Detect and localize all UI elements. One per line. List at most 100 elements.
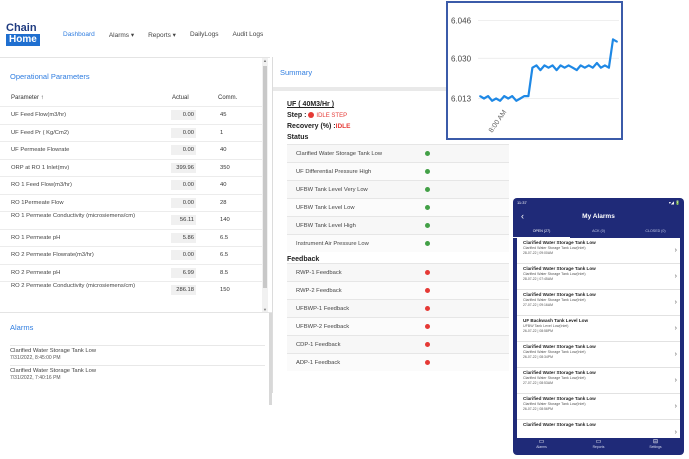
status-row: UF Differential Pressure High: [287, 162, 509, 180]
parameter-name: ORP at RO 1 Inlet(mv): [11, 164, 70, 171]
table-row: RO 2 Permeate Flowrate(m3/hr) 0.00 6.5: [0, 246, 262, 264]
data-point: [600, 66, 602, 69]
comm-value: 6.5: [220, 252, 229, 258]
list-item[interactable]: Clarified Water Storage Tank Low Clarifie…: [517, 394, 680, 420]
nav-reports[interactable]: Reports ▾: [148, 31, 176, 39]
comm-value: 40: [220, 182, 227, 188]
data-point: [487, 95, 489, 97]
main-nav: Dashboard Alarms ▾ Reports ▾ DailyLogs A…: [63, 31, 263, 39]
alarms-panel: Alarms Clarified Water Storage Tank Low 7…: [0, 312, 272, 405]
y-tick-label: 6.046: [451, 16, 472, 25]
scroll-thumb[interactable]: [263, 66, 267, 288]
status-dot-icon: [425, 223, 430, 228]
alarms-title: Alarms: [10, 323, 34, 332]
status-row: UFBWP-1 Feedback: [287, 299, 509, 317]
mobile-app: 11:37 ▾◢ 🔋 ‹ My Alarms OPEN (27) ACK (0)…: [513, 198, 684, 455]
trend-chart-svg: 6.046 6.030 6.013 8:00 AM: [451, 16, 619, 134]
nav-alarms[interactable]: Alarms ▾: [109, 31, 134, 39]
comm-value: 28: [220, 199, 227, 206]
header-parameter[interactable]: Parameter ↑: [11, 95, 44, 101]
data-point: [612, 38, 614, 41]
tab-ack[interactable]: ACK (0): [570, 226, 627, 238]
list-item[interactable]: Clarified Water Storage Tank Low Clarifie…: [517, 238, 680, 264]
table-row: RO 1 Permeate Conductivity (microsiemens…: [0, 211, 262, 229]
mobile-alarm-time: 28-07-22 | 07:45AM: [523, 277, 553, 281]
mobile-alarm-time: 26-07-22 | 08:56PM: [523, 407, 553, 411]
parameter-name: RO 1 Feed Flow(m3/hr): [11, 182, 72, 188]
nav-dashboard[interactable]: Dashboard: [63, 31, 95, 39]
parameter-name: RO 2 Permeate Flowrate(m3/hr): [11, 252, 94, 258]
status-label: RWP-2 Feedback: [296, 288, 342, 294]
data-point: [555, 69, 558, 71]
tab-open[interactable]: OPEN (27): [513, 226, 570, 238]
parameter-name: UF Feed Flow(m3/hr): [11, 112, 67, 118]
status-dot-icon: [425, 241, 430, 246]
list-item[interactable]: Clarified Water Storage Tank Low 7/31/202…: [10, 345, 265, 365]
bottom-nav-alarms[interactable]: ▭ Alarms: [513, 438, 570, 455]
data-point: [495, 97, 497, 100]
actual-value: 0.00: [171, 250, 196, 260]
feedback-heading: Feedback: [287, 256, 320, 263]
list-item[interactable]: UF Backwash Tank Level Low UFBW Tank Leve…: [517, 316, 680, 342]
comm-value: 150: [220, 287, 230, 293]
actual-value: 0.00: [171, 180, 196, 190]
status-label: UFBW Tank Level Low: [296, 205, 355, 211]
mobile-alarm-time: 27-07-22 | 08:53AM: [523, 381, 553, 385]
brand-line1: Chain: [6, 22, 37, 34]
data-point: [539, 69, 542, 71]
mobile-alarm-time: 26-07-22 | 08:58PM: [523, 329, 553, 333]
list-item[interactable]: Clarified Water Storage Tank Low 7/31/202…: [10, 365, 265, 385]
y-tick-label: 6.013: [451, 94, 472, 103]
list-item[interactable]: Clarified Water Storage Tank Low Clarifie…: [517, 342, 680, 368]
nav-dailylogs[interactable]: DailyLogs: [190, 31, 219, 39]
status-dot-icon: [425, 205, 430, 210]
alarm-time: 7/31/2022, 8:45:00 PM: [10, 355, 61, 361]
data-point: [531, 66, 534, 69]
actual-value: 0.00: [171, 110, 196, 120]
brand-logo[interactable]: Chain Home: [6, 22, 40, 46]
status-label: RWP-1 Feedback: [296, 270, 342, 276]
header-actual: Actual: [172, 95, 189, 101]
data-point: [519, 97, 522, 100]
tab-closed[interactable]: CLOSED (0): [627, 226, 684, 238]
list-item[interactable]: Clarified Water Storage Tank Low Clarifie…: [517, 368, 680, 394]
chevron-right-icon: ›: [674, 247, 677, 254]
status-row: ADP-1 Feedback: [287, 353, 509, 371]
chevron-right-icon: ›: [674, 351, 677, 358]
series-line: [479, 38, 618, 102]
data-point: [591, 66, 594, 69]
list-item[interactable]: Clarified Water Storage Tank Low Clarifie…: [517, 290, 680, 316]
operational-parameters-panel: Operational Parameters Parameter ↑ Actua…: [0, 57, 270, 312]
data-point: [604, 64, 606, 67]
data-point: [483, 97, 485, 100]
bottom-nav-settings[interactable]: ⊟ Settings: [627, 438, 684, 455]
status-row: UFBW Tank Level High: [287, 216, 509, 234]
data-point: [575, 69, 578, 71]
header-comm: Comm.: [218, 95, 238, 101]
data-point: [559, 64, 562, 67]
status-dot-icon: [425, 324, 430, 329]
operational-rows: UF Feed Flow(m3/hr) 0.00 45 UF Feed Pr ( Kg…: [0, 106, 262, 299]
data-point: [583, 66, 586, 69]
data-point: [579, 64, 582, 67]
brand-line2: Home: [6, 34, 40, 46]
list-item[interactable]: Clarified Water Storage Tank Low ›: [517, 420, 680, 438]
top-bar: Chain Home Dashboard Alarms ▾ Reports ▾ …: [0, 0, 440, 56]
data-point: [567, 64, 570, 67]
operational-scrollbar[interactable]: ▲ ▼: [262, 58, 268, 312]
actual-value: 0.00: [171, 127, 196, 138]
list-item[interactable]: Clarified Water Storage Tank Low Clarifie…: [517, 264, 680, 290]
status-row: Instrument Air Pressure Low: [287, 234, 509, 252]
status-label: Instrument Air Pressure Low: [296, 241, 369, 247]
table-row: UF Feed Pr ( Kg/Cm2) 0.00 1: [0, 123, 262, 142]
data-point: [511, 95, 514, 97]
nav-audit-logs[interactable]: Audit Logs: [232, 31, 263, 39]
data-point: [596, 62, 598, 64]
actual-value: 286.18: [171, 285, 196, 295]
status-row: UFBW Tank Level Very Low: [287, 180, 509, 198]
scroll-up-icon[interactable]: ▲: [262, 58, 268, 63]
mobile-status-time: 11:37: [517, 200, 527, 205]
actual-value: 399.96: [171, 162, 196, 173]
bottom-nav-reports[interactable]: ▭ Reports: [570, 438, 627, 455]
comm-value: 8.5: [220, 269, 229, 276]
